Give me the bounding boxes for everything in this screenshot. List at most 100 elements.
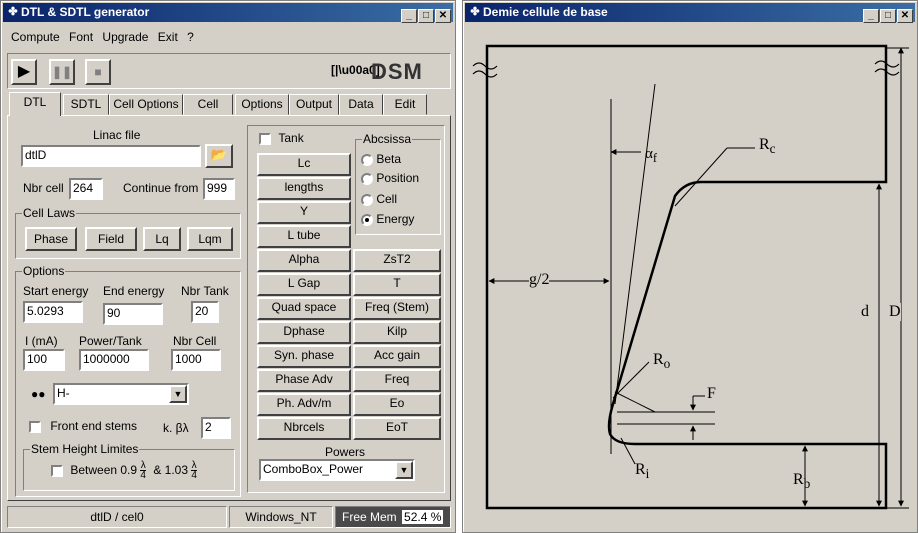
freq-stem-button[interactable]: Freq (Stem) [353,297,441,320]
abscissa-label: Abcsissa [362,132,413,146]
stop-button[interactable]: ■ [85,59,111,85]
acc-gain-button[interactable]: Acc gain [353,345,441,368]
radio-position[interactable] [361,172,373,185]
tab-output[interactable]: Output [289,94,339,115]
tab-cell-options[interactable]: Cell Options [109,94,183,115]
play-button[interactable]: ▶ [11,59,37,85]
status-file: dtlD / cel0 [7,506,227,528]
i-ma-label: I (mA) [25,334,58,348]
powers-combobox[interactable]: ComboBox_Power [259,459,415,481]
menu-compute[interactable]: Compute [11,30,60,44]
tab-cell[interactable]: Cell [183,94,233,115]
minimize-button[interactable]: _ [401,9,417,23]
alpha-button[interactable]: Alpha [257,249,351,272]
between-label: Between 0.9 [70,462,138,477]
current-input[interactable]: 100 [23,349,65,371]
status-memory: Free Mem 52.4 % [335,506,451,528]
start-energy-label: Start energy [23,284,89,298]
nbr-tank-label: Nbr Tank [181,284,229,298]
ri-label: Ri [635,461,650,482]
phase-adv-button[interactable]: Phase Adv [257,369,351,392]
eot-button[interactable]: EoT [353,417,441,440]
window-title: Demie cellule de base [483,5,608,19]
break-mark-left [472,62,498,78]
continue-from-label: Continue from [123,181,199,195]
ro-label: Ro [653,351,671,372]
start-energy-input[interactable]: 5.0293 [23,301,83,323]
rc-label: Rc [759,136,776,157]
field-button[interactable]: Field [85,227,137,251]
l-gap-button[interactable]: L Gap [257,273,351,296]
open-folder-button[interactable]: 📂 [205,144,233,168]
y-button[interactable]: Y [257,201,351,224]
tab-edit[interactable]: Edit [383,94,427,115]
menu-upgrade[interactable]: Upgrade [102,30,148,44]
radio-energy[interactable] [361,213,373,226]
title-bar[interactable]: ✤ Demie cellule de base _ □ ✕ [465,3,915,23]
abscissa-energy[interactable]: Energy [361,212,414,226]
abscissa-beta[interactable]: Beta [361,152,401,166]
radio-beta[interactable] [361,153,373,166]
particle-value: H- [57,386,70,400]
tab-options[interactable]: Options [235,94,289,115]
kbl-input[interactable]: 2 [201,417,231,439]
rc-leader [674,147,728,207]
nbr-cell-input[interactable]: 264 [69,178,103,200]
maximize-button[interactable]: □ [418,9,434,23]
syn-phase-button[interactable]: Syn. phase [257,345,351,368]
radio-cell[interactable] [361,193,373,206]
stem-between-checkbox[interactable] [51,464,63,477]
kilp-button[interactable]: Kilp [353,321,441,344]
ph-adv-m-button[interactable]: Ph. Adv/m [257,393,351,416]
quad-space-button[interactable]: Quad space [257,297,351,320]
stem-between-option[interactable]: Between 0.9 λ4 & 1.03 λ4 [51,460,197,481]
close-button[interactable]: ✕ [435,9,451,23]
lambda-fraction: λ4 [140,460,146,481]
l-tube-button[interactable]: L tube [257,225,351,248]
nbr-cell-label: Nbr cell [23,181,64,195]
powers-dropdown-button[interactable]: ▼ [395,461,413,479]
eo-button[interactable]: Eo [353,393,441,416]
title-bar[interactable]: ✤ DTL & SDTL generator _ □ ✕ [3,3,453,23]
menu-font[interactable]: Font [69,30,93,44]
nbr-cell-option-input[interactable]: 1000 [171,349,221,371]
tank-checkbox[interactable] [259,132,271,145]
continue-from-input[interactable]: 999 [203,178,235,200]
power-tank-input[interactable]: 1000000 [79,349,149,371]
end-energy-input[interactable]: 90 [103,303,163,325]
nbr-tank-input[interactable]: 20 [191,301,219,323]
face-angle-line [614,83,656,405]
menu-exit[interactable]: Exit [158,30,178,44]
alpha-label: αf [645,146,658,165]
tab-data[interactable]: Data [339,94,383,115]
zst2-button[interactable]: ZsT2 [353,249,441,272]
lq-button[interactable]: Lq [143,227,181,251]
front-end-stems-option[interactable]: Front end stems [29,419,137,433]
close-button[interactable]: ✕ [897,9,913,23]
freq-button[interactable]: Freq [353,369,441,392]
ri-leader [620,437,636,465]
t-button[interactable]: T [353,273,441,296]
particle-dropdown-button[interactable]: ▼ [169,385,187,403]
menu-help[interactable]: ? [187,30,194,44]
dphase-button[interactable]: Dphase [257,321,351,344]
stem-height-label: Stem Height Limites [30,442,140,456]
tab-dtl[interactable]: DTL [9,92,61,116]
app-icon: ✤ [8,6,18,18]
lqm-button[interactable]: Lqm [187,227,233,251]
linac-file-input[interactable]: dtlD [21,145,201,167]
front-end-stems-checkbox[interactable] [29,420,41,433]
maximize-button[interactable]: □ [880,9,896,23]
tab-sdtl[interactable]: SDTL [63,94,109,115]
phase-button[interactable]: Phase [25,227,77,251]
lc-button[interactable]: Lc [257,153,351,176]
lengths-button[interactable]: lengths [257,177,351,200]
minimize-button[interactable]: _ [863,9,879,23]
tank-label: Tank [278,131,304,145]
tank-option[interactable]: Tank [259,131,304,145]
abscissa-cell[interactable]: Cell [361,192,397,206]
pause-button[interactable]: ❚❚ [49,59,75,85]
nbrcels-button[interactable]: Nbrcels [257,417,351,440]
abscissa-position[interactable]: Position [361,171,419,185]
powers-label: Powers [325,445,366,459]
